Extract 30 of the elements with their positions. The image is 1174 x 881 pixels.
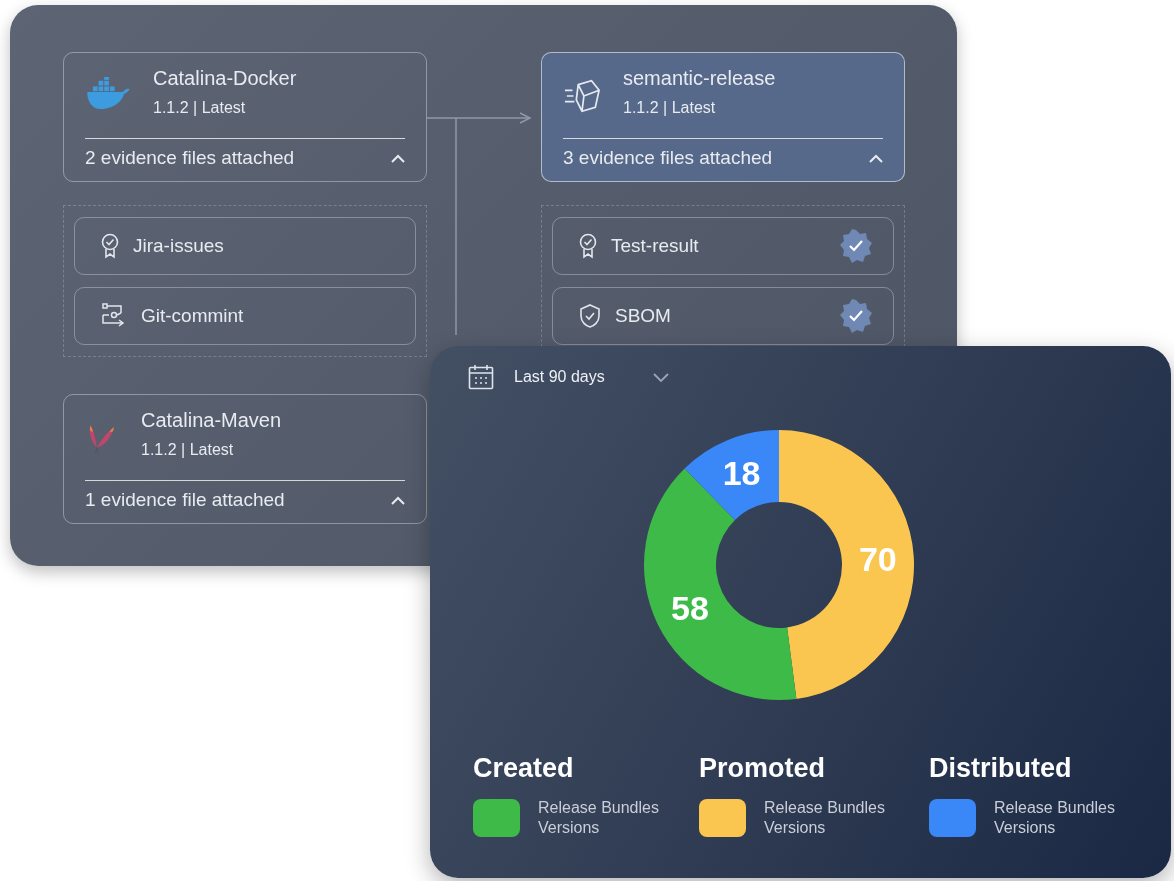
evidence-name: Jira-issues <box>133 235 225 257</box>
date-range-dropdown[interactable]: Last 90 days <box>468 364 669 390</box>
version-label: 1.1.2 | Latest <box>141 441 235 459</box>
artifact-name: Catalina-Maven <box>141 409 282 432</box>
slice-value: 18 <box>722 454 761 493</box>
artifact-name: Catalina-Docker <box>153 67 297 90</box>
evidence-name: Test-result <box>611 235 700 257</box>
legend-title: Created <box>473 753 575 784</box>
artifact-card[interactable]: semantic-release 1.1.2 | Latest 3 evidence files attached <box>541 52 905 182</box>
slice-value: 70 <box>858 539 897 578</box>
legend-title: Promoted <box>699 753 826 784</box>
version-label: 1.1.2 | Latest <box>153 99 247 117</box>
artifact-name: semantic-release <box>623 67 776 90</box>
artifact-card[interactable]: Catalina-Docker 1.1.2 | Latest 2 evidence files attached <box>63 52 427 182</box>
evidence-name: Git-commint <box>141 305 245 327</box>
evidence-item[interactable]: Jira-issues <box>74 217 416 275</box>
evidence-count: 3 evidence files attached <box>563 147 773 169</box>
evidence-name: SBOM <box>615 305 672 327</box>
slice-value: 58 <box>671 589 709 628</box>
evidence-item[interactable]: Git-commint <box>74 287 416 345</box>
legend-label: Release Bundles Versions <box>538 798 660 838</box>
legend-label: Release Bundles Versions <box>764 798 886 838</box>
legend-title: Distributed <box>929 753 1073 784</box>
artifact-card[interactable]: Catalina-Maven 1.1.2 | Latest 1 evidence file attached <box>63 394 427 524</box>
evidence-count: 1 evidence file attached <box>85 489 285 511</box>
version-label: 1.1.2 | Latest <box>623 99 717 117</box>
legend-label: Release Bundles Versions <box>994 798 1116 838</box>
evidence-count: 2 evidence files attached <box>85 147 295 169</box>
evidence-item[interactable]: Test-result <box>552 217 894 275</box>
evidence-item[interactable]: SBOM <box>552 287 894 345</box>
